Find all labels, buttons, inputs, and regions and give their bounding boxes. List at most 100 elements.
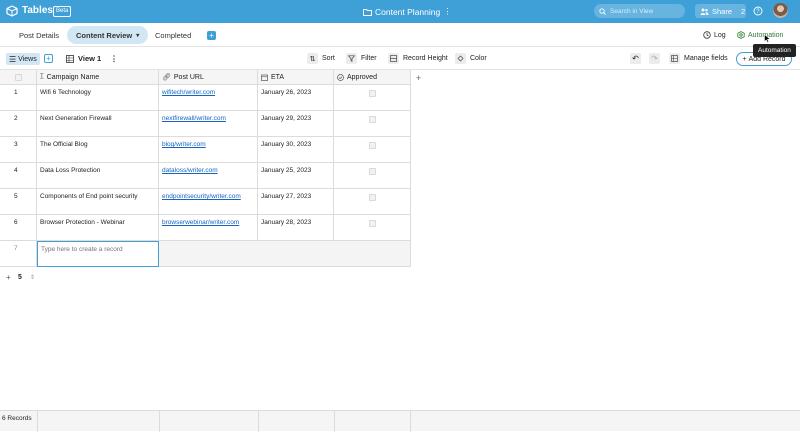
filter-icon <box>346 53 357 64</box>
eta-cell[interactable]: January 25, 2023 <box>258 163 334 189</box>
approved-cell[interactable] <box>334 85 411 111</box>
approved-checkbox[interactable] <box>368 116 376 123</box>
plus-icon: + <box>742 55 747 63</box>
add-view-button[interactable]: + <box>44 54 53 63</box>
post-url-link[interactable]: browserwebinar/writer.com <box>162 219 239 226</box>
document-title[interactable]: Content Planning ⋮ <box>363 6 452 17</box>
tab-content-review[interactable]: Content Review ▾ <box>67 26 149 44</box>
folder-icon <box>363 8 372 16</box>
post-url-cell[interactable]: browserwebinar/writer.com <box>159 215 258 241</box>
calendar-icon <box>261 74 268 81</box>
approved-cell[interactable] <box>334 163 411 189</box>
text-icon: T̲ <box>40 74 44 80</box>
manage-fields-label: Manage fields <box>684 55 728 62</box>
sort-button[interactable]: ⇅ Sort <box>307 53 335 64</box>
approved-checkbox[interactable] <box>368 142 376 149</box>
search-input[interactable] <box>610 7 680 15</box>
column-header-eta[interactable]: ETA <box>258 70 334 85</box>
post-url-link[interactable]: wifitech/writer.com <box>162 89 215 96</box>
post-url-link[interactable]: dataloss/writer.com <box>162 167 218 174</box>
post-url-cell[interactable]: dataloss/writer.com <box>159 163 258 189</box>
post-url-link[interactable]: blog/writer.com <box>162 141 206 148</box>
campaign-name-cell[interactable]: Next Generation Firewall <box>37 111 159 137</box>
undo-button[interactable]: ↶ <box>630 53 641 64</box>
row-height-icon <box>388 53 399 64</box>
approved-checkbox[interactable] <box>368 194 376 201</box>
approved-cell[interactable] <box>334 137 411 163</box>
redo-button[interactable]: ↷ <box>649 53 660 64</box>
manage-fields-button[interactable]: Manage fields <box>669 53 728 64</box>
help-icon[interactable]: ? <box>753 6 763 16</box>
automation-button[interactable]: Automation <box>737 31 783 39</box>
new-record-input[interactable] <box>41 246 151 253</box>
row-number: 4 <box>0 163 37 189</box>
add-group-icon[interactable]: + <box>6 273 11 282</box>
color-label: Color <box>470 55 487 62</box>
svg-text:?: ? <box>756 9 760 15</box>
post-url-cell[interactable]: nextfirewall/writer.com <box>159 111 258 137</box>
document-menu-icon[interactable]: ⋮ <box>443 6 452 17</box>
record-count: 6 Records <box>2 415 32 422</box>
approved-checkbox[interactable] <box>368 90 376 97</box>
current-view[interactable]: View 1 ⋮ <box>66 54 118 63</box>
top-bar: Tables Beta Content Planning ⋮ Share 2 ? <box>0 0 800 23</box>
approved-checkbox[interactable] <box>368 168 376 175</box>
select-all-header <box>0 70 37 85</box>
campaign-name-cell[interactable]: Data Loss Protection <box>37 163 159 189</box>
group-count: 5 <box>18 274 22 281</box>
eta-cell[interactable]: January 27, 2023 <box>258 189 334 215</box>
campaign-name-cell[interactable]: Wifi 6 Technology <box>37 85 159 111</box>
post-url-link[interactable]: endpointsecurity/writer.com <box>162 193 241 200</box>
campaign-name-cell[interactable]: Browser Protection - Webinar <box>37 215 159 241</box>
approved-cell[interactable] <box>334 111 411 137</box>
approved-checkbox[interactable] <box>368 220 376 227</box>
column-header-approved[interactable]: Approved <box>334 70 411 85</box>
post-url-link[interactable]: nextfirewall/writer.com <box>162 115 226 122</box>
eta-cell[interactable]: January 26, 2023 <box>258 85 334 111</box>
approved-cell[interactable] <box>334 215 411 241</box>
avatar[interactable] <box>773 3 788 18</box>
campaign-name-cell[interactable]: The Official Blog <box>37 137 159 163</box>
share-label: Share <box>712 6 733 16</box>
views-toggle-button[interactable]: ☰ Views <box>6 53 40 65</box>
add-tab-button[interactable]: + <box>207 31 216 40</box>
search-box[interactable] <box>594 4 685 18</box>
select-all-checkbox[interactable] <box>14 73 22 81</box>
fields-icon <box>669 53 680 64</box>
chevron-down-icon[interactable]: ▾ <box>136 32 139 39</box>
record-height-button[interactable]: Record Height <box>388 53 448 64</box>
approved-cell[interactable] <box>334 189 411 215</box>
grid-view-icon <box>66 54 74 63</box>
mouse-cursor-icon <box>764 34 771 43</box>
column-header-post-url[interactable]: 🔗︎ Post URL <box>159 70 258 85</box>
campaign-name-cell[interactable]: Components of End point security <box>37 189 159 215</box>
sort-label: Sort <box>322 55 335 62</box>
new-record-cell[interactable] <box>37 241 159 267</box>
tab-post-details[interactable]: Post Details <box>10 26 68 44</box>
filter-button[interactable]: Filter <box>346 53 377 64</box>
column-label: ETA <box>271 73 285 81</box>
eta-cell[interactable]: January 30, 2023 <box>258 137 334 163</box>
add-column-button[interactable]: + <box>411 70 426 85</box>
group-sort-icon[interactable]: ⇕ <box>30 274 35 281</box>
users-icon <box>700 8 709 15</box>
tab-completed[interactable]: Completed <box>146 26 200 44</box>
view-name: View 1 <box>78 54 102 63</box>
eta-cell[interactable]: January 28, 2023 <box>258 215 334 241</box>
check-circle-icon <box>337 73 344 81</box>
record-height-label: Record Height <box>403 55 448 62</box>
post-url-cell[interactable]: endpointsecurity/writer.com <box>159 189 258 215</box>
post-url-cell[interactable]: blog/writer.com <box>159 137 258 163</box>
log-button[interactable]: Log <box>703 31 726 39</box>
row-number: 5 <box>0 189 37 215</box>
column-header-campaign[interactable]: T̲ Campaign Name <box>37 70 159 85</box>
eta-cell[interactable]: January 29, 2023 <box>258 111 334 137</box>
view-menu-icon[interactable]: ⋮ <box>110 54 118 63</box>
color-button[interactable]: Color <box>455 53 487 64</box>
column-label: Campaign Name <box>46 73 100 81</box>
share-button[interactable]: Share 2 <box>695 4 746 18</box>
column-label: Post URL <box>173 73 204 81</box>
row-number: 1 <box>0 85 37 111</box>
post-url-cell[interactable]: wifitech/writer.com <box>159 85 258 111</box>
automation-icon <box>737 31 745 39</box>
